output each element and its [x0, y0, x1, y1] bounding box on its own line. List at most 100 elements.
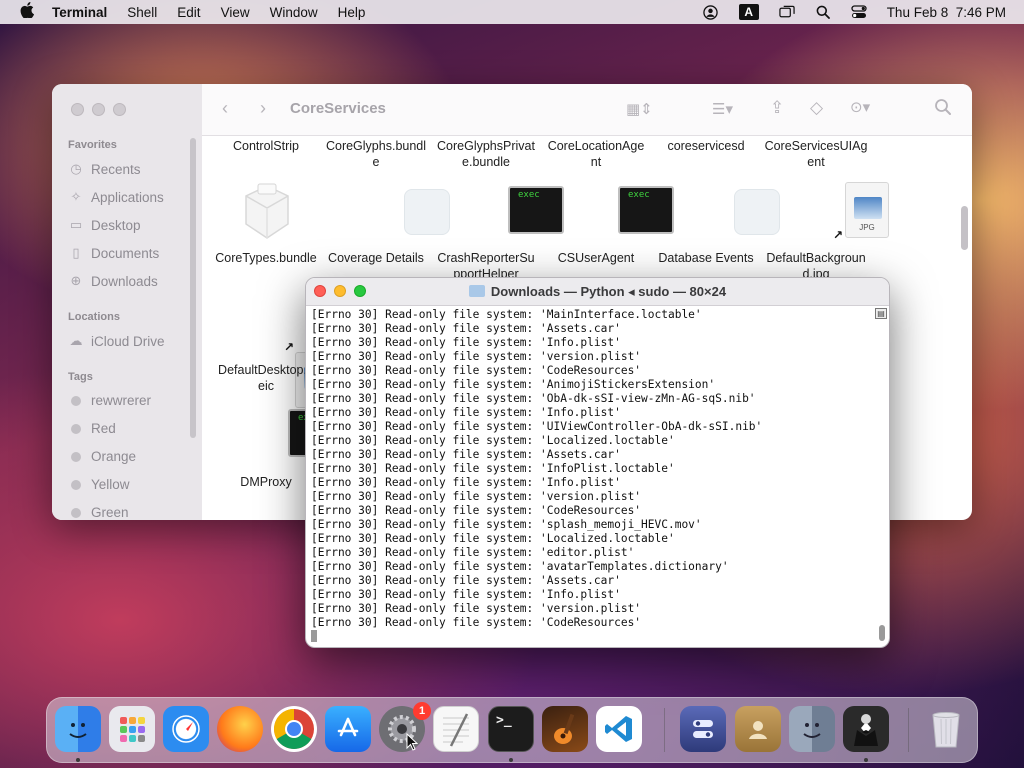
finder-close-button[interactable] — [71, 103, 84, 116]
trash-icon[interactable] — [923, 706, 969, 752]
vscode-icon[interactable] — [596, 706, 642, 752]
sidebar-item-label: Downloads — [91, 273, 158, 289]
file-item[interactable]: ControlStrip — [211, 138, 321, 154]
cloud-icon: ☁ — [69, 333, 83, 348]
input-source-icon[interactable]: A — [738, 4, 759, 20]
jpg-file-icon[interactable]: JPG — [845, 182, 889, 238]
sidebar-item-desktop[interactable]: ▭ Desktop — [68, 217, 141, 233]
safari-icon[interactable] — [163, 706, 209, 752]
terminal-scrollbar[interactable] — [879, 625, 885, 641]
forward-chevron-icon[interactable]: › — [260, 98, 266, 119]
terminal-line: [Errno 30] Read-only file system: 'splas… — [311, 518, 702, 531]
finder-minimize-button[interactable] — [92, 103, 105, 116]
finder-icon[interactable] — [55, 706, 101, 752]
sidebar-item-label: Recents — [91, 161, 141, 177]
file-item[interactable]: CSUserAgent — [541, 250, 651, 266]
file-name: CoreGlyphsPrivat — [437, 139, 535, 153]
sidebar-item-recents[interactable]: ◷ Recents — [68, 161, 141, 177]
alfred-icon[interactable] — [843, 706, 889, 752]
document-ghost-icon[interactable] — [404, 189, 450, 235]
sidebar-item-downloads[interactable]: ⊕ Downloads — [68, 273, 158, 289]
terminal-icon[interactable]: >_ — [488, 706, 534, 752]
file-item[interactable]: CoreTypes.bundle — [211, 250, 321, 266]
download-icon: ⊕ — [70, 273, 82, 288]
sidebar-tag-item[interactable]: rewwrerer — [68, 393, 151, 408]
icon-view-icon[interactable]: ▦⇕ — [626, 100, 653, 118]
sidebar-item-icloud-drive[interactable]: ☁ iCloud Drive — [68, 333, 165, 349]
exec-file-icon[interactable]: exec — [508, 186, 564, 234]
screen-mirroring-icon[interactable] — [779, 4, 795, 20]
terminal-title-bar[interactable]: Downloads — Python ◂ sudo — 80×24 — [306, 278, 889, 306]
notification-badge: 1 — [413, 702, 431, 720]
menu-bar-clock[interactable]: Thu Feb 8 7:46 PM — [887, 5, 1006, 20]
terminal-line: [Errno 30] Read-only file system: 'Info.… — [311, 336, 621, 349]
app-store-icon[interactable] — [325, 706, 371, 752]
finder-zoom-button[interactable] — [113, 103, 126, 116]
finder-scrollbar[interactable] — [961, 206, 968, 250]
file-item[interactable]: Database Events — [651, 250, 761, 266]
sidebar-item-label: Applications — [91, 189, 164, 205]
chrome-icon[interactable] — [271, 706, 317, 752]
system-settings-icon[interactable]: 1 — [379, 702, 431, 752]
finder-alt-icon[interactable] — [789, 706, 835, 752]
sidebar-scrollbar[interactable] — [190, 138, 196, 438]
finder-sidebar: Favorites ◷ Recents ✧ Applications ▭ Des… — [52, 84, 202, 520]
applescript-ghost-icon[interactable] — [734, 189, 780, 235]
sidebar-section-locations: Locations — [68, 311, 120, 323]
menu-app-name[interactable]: Terminal — [52, 5, 107, 20]
sidebar-tag-item[interactable]: Yellow — [68, 477, 130, 492]
group-by-icon[interactable]: ☰▾ — [712, 100, 733, 118]
menu-help[interactable]: Help — [338, 5, 366, 20]
alias-arrow-icon: ↗ — [833, 228, 844, 242]
terminal-line: [Errno 30] Read-only file system: 'versi… — [311, 602, 642, 615]
menu-window[interactable]: Window — [270, 5, 318, 20]
terminal-line: [Errno 30] Read-only file system: 'Local… — [311, 434, 675, 447]
file-name: e.bundle — [462, 155, 510, 169]
file-item[interactable]: coreservicesd — [651, 138, 761, 154]
file-name: CoreLocationAge — [547, 139, 645, 153]
more-actions-icon[interactable]: ⊙▾ — [850, 98, 870, 116]
file-item[interactable]: CoreServicesUIAg ent — [761, 138, 871, 170]
sidebar-item-applications[interactable]: ✧ Applications — [68, 189, 164, 205]
file-name: CoreGlyphs.bundl — [325, 139, 427, 153]
exec-file-icon[interactable]: exec — [618, 186, 674, 234]
share-icon[interactable]: ⇪ — [770, 98, 784, 118]
file-item[interactable]: CoreGlyphsPrivat e.bundle — [431, 138, 541, 170]
file-name: CoreServicesUIAg — [764, 139, 868, 153]
terminal-output[interactable]: [Errno 30] Read-only file system: 'MainI… — [306, 307, 889, 647]
menu-edit[interactable]: Edit — [177, 5, 200, 20]
user-account-icon[interactable] — [703, 4, 719, 20]
sidebar-item-documents[interactable]: ▯ Documents — [68, 245, 159, 261]
back-chevron-icon[interactable]: ‹ — [222, 98, 228, 119]
app-icon-1[interactable] — [680, 706, 726, 752]
sidebar-tag-item[interactable]: Orange — [68, 449, 136, 464]
menu-view[interactable]: View — [221, 5, 250, 20]
terminal-prompt-label: >_ — [496, 713, 512, 728]
folder-icon — [468, 285, 485, 297]
textedit-icon[interactable] — [433, 706, 479, 752]
file-item[interactable]: CoreGlyphs.bundl e — [321, 138, 431, 170]
file-name: CSUserAgent — [557, 251, 635, 265]
launchpad-icon[interactable] — [109, 706, 155, 752]
split-pane-icon[interactable]: ▤ — [875, 308, 887, 319]
file-item[interactable]: CoreLocationAge nt — [541, 138, 651, 170]
file-name: ent — [807, 155, 825, 169]
sidebar-tag-item[interactable]: Green — [68, 505, 129, 520]
file-name: DefaultBackgroun — [766, 251, 866, 265]
menu-shell[interactable]: Shell — [127, 5, 157, 20]
tag-dot-icon — [71, 479, 81, 490]
firefox-icon[interactable] — [217, 706, 263, 752]
control-center-icon[interactable] — [851, 4, 867, 20]
search-icon[interactable] — [934, 98, 952, 121]
spotlight-search-icon[interactable] — [815, 4, 831, 20]
file-item[interactable]: Coverage Details — [321, 250, 431, 266]
tag-dot-icon — [71, 451, 81, 462]
tag-icon[interactable]: ◇ — [810, 98, 823, 118]
contacts-icon[interactable] — [735, 706, 781, 752]
terminal-cursor-line — [311, 630, 889, 644]
garageband-icon[interactable] — [542, 706, 588, 752]
bundle-icon[interactable] — [238, 182, 296, 247]
terminal-line: [Errno 30] Read-only file system: 'avata… — [311, 560, 729, 573]
apple-menu-icon[interactable] — [18, 2, 36, 22]
sidebar-tag-item[interactable]: Red — [68, 421, 116, 436]
